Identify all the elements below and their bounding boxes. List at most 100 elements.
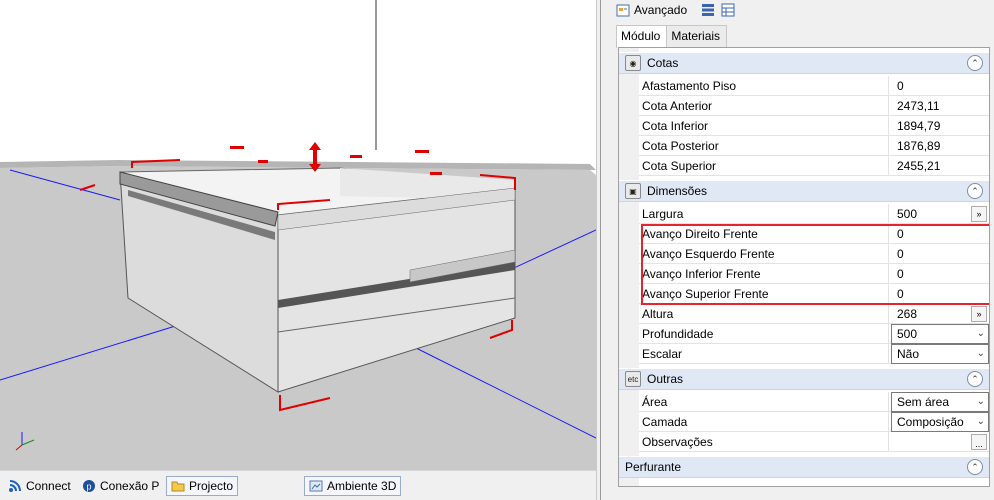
row-cota-anterior[interactable]: Cota Anterior 2473,11	[639, 96, 989, 116]
projecto-tab[interactable]: Projecto	[166, 476, 239, 496]
projecto-label: Projecto	[189, 479, 234, 493]
ambiente-3d-tab[interactable]: Ambiente 3D	[304, 476, 402, 496]
property-name: Cota Superior	[639, 156, 889, 176]
collapse-perfurante-icon[interactable]: ⌃	[967, 459, 983, 475]
property-value[interactable]: 0	[891, 264, 989, 284]
panel-tabs: Módulo Materiais	[616, 25, 728, 48]
properties-icon	[616, 3, 630, 17]
collapse-outras-icon[interactable]: ⌃	[967, 371, 983, 387]
ambiente-3d-label: Ambiente 3D	[327, 479, 397, 493]
3d-scene[interactable]	[0, 0, 596, 470]
chevron-down-icon: ⌄	[976, 396, 985, 407]
dimensoes-icon: ▣	[625, 183, 641, 199]
property-value[interactable]: 0	[891, 244, 989, 264]
row-partial	[639, 480, 989, 486]
collapse-cotas-icon[interactable]: ⌃	[967, 55, 983, 71]
row-avanco-inferior-frente[interactable]: Avanço Inferior Frente 0	[639, 264, 989, 284]
connect-tab[interactable]: Connect	[4, 476, 75, 496]
connect-label: Connect	[26, 479, 71, 493]
area-dropdown[interactable]: Sem área ⌄	[891, 392, 989, 412]
property-name: Área	[639, 392, 889, 412]
category-outras[interactable]: etc Outras ⌃	[619, 368, 989, 390]
category-perfurante[interactable]: Perfurante ⌃	[619, 456, 989, 478]
profundidade-dropdown[interactable]: 500 ⌄	[891, 324, 989, 344]
tab-materiais[interactable]: Materiais	[666, 25, 728, 47]
row-avanco-direito-frente[interactable]: Avanço Direito Frente 0	[639, 224, 989, 244]
chevron-down-icon: ⌄	[976, 348, 985, 359]
property-value[interactable]: 1894,79	[891, 116, 989, 136]
conexao-icon: p	[82, 479, 96, 493]
property-name: Observações	[639, 432, 889, 452]
property-name: Cota Posterior	[639, 136, 889, 156]
row-avanco-esquerdo-frente[interactable]: Avanço Esquerdo Frente 0	[639, 244, 989, 264]
categorized-view-icon[interactable]	[701, 3, 715, 17]
collapse-dimensoes-icon[interactable]: ⌃	[967, 183, 983, 199]
tab-modulo[interactable]: Módulo	[616, 25, 668, 48]
expand-largura-button[interactable]: »	[971, 206, 987, 222]
property-name: Altura	[639, 304, 889, 324]
row-afastamento-piso[interactable]: Afastamento Piso 0	[639, 76, 989, 96]
property-name: Largura	[639, 204, 889, 224]
dropdown-value: Composição	[897, 415, 964, 429]
property-value[interactable]: 0	[891, 284, 989, 304]
row-cota-inferior[interactable]: Cota Inferior 1894,79	[639, 116, 989, 136]
dropdown-value: Sem área	[897, 395, 950, 409]
row-avanco-superior-frente[interactable]: Avanço Superior Frente 0	[639, 284, 989, 304]
category-outras-label: Outras	[647, 372, 684, 386]
panel-header: Avançado	[612, 0, 994, 20]
row-cota-superior[interactable]: Cota Superior 2455,21	[639, 156, 989, 176]
property-value[interactable]: 0	[891, 224, 989, 244]
app-window: Connect p Conexão P Projecto Ambiente 3D	[0, 0, 994, 500]
property-name: Cota Anterior	[639, 96, 889, 116]
chevron-down-icon: ⌄	[976, 416, 985, 427]
camada-dropdown[interactable]: Composição ⌄	[891, 412, 989, 432]
property-value[interactable]: 1876,89	[891, 136, 989, 156]
property-name: Avanço Direito Frente	[639, 224, 889, 244]
conexao-tab[interactable]: p Conexão P	[78, 476, 163, 496]
row-cota-posterior[interactable]: Cota Posterior 1876,89	[639, 136, 989, 156]
rss-icon	[8, 479, 22, 493]
escalar-dropdown[interactable]: Não ⌄	[891, 344, 989, 364]
property-name: Afastamento Piso	[639, 76, 889, 96]
outras-icon: etc	[625, 371, 641, 387]
property-name: Profundidade	[639, 324, 889, 344]
property-grid: ◉ Cotas ⌃ Afastamento Piso 0 Cota Anteri…	[618, 47, 990, 487]
row-area[interactable]: Área Sem área ⌄	[639, 392, 989, 412]
row-escalar[interactable]: Escalar Não ⌄	[639, 344, 989, 364]
property-value[interactable]: 2455,21	[891, 156, 989, 176]
category-dimensoes-label: Dimensões	[647, 184, 708, 198]
row-largura[interactable]: Largura 500 »	[639, 204, 989, 224]
property-name: Escalar	[639, 344, 889, 364]
folder-icon	[171, 479, 185, 493]
3d-viewport[interactable]	[0, 0, 596, 470]
category-perfurante-label: Perfurante	[625, 460, 682, 474]
panel-title: Avançado	[634, 3, 688, 17]
properties-panel: Avançado Módulo Materiais ◉ Cotas ⌃ Afas…	[612, 0, 994, 500]
row-profundidade[interactable]: Profundidade 500 ⌄	[639, 324, 989, 344]
category-dimensoes[interactable]: ▣ Dimensões ⌃	[619, 180, 989, 202]
table-view-icon[interactable]	[721, 3, 735, 17]
bottom-tab-bar: Connect p Conexão P Projecto Ambiente 3D	[0, 470, 600, 500]
property-name: Cota Inferior	[639, 116, 889, 136]
category-cotas-label: Cotas	[647, 56, 679, 70]
chevron-down-icon: ⌄	[976, 328, 985, 339]
property-name: Camada	[639, 412, 889, 432]
dropdown-value: 500	[897, 327, 918, 341]
expand-altura-button[interactable]: »	[971, 306, 987, 322]
observacoes-ellipsis-button[interactable]: ...	[971, 434, 987, 450]
cotas-icon: ◉	[625, 55, 641, 71]
property-name: Avanço Superior Frente	[639, 284, 889, 304]
row-altura[interactable]: Altura 268 »	[639, 304, 989, 324]
property-value[interactable]: 2473,11	[891, 96, 989, 116]
horizontal-scrollbar[interactable]	[618, 487, 990, 495]
panel-splitter[interactable]	[596, 0, 612, 500]
dropdown-value: Não	[897, 347, 920, 361]
3d-view-icon	[309, 479, 323, 493]
svg-text:p: p	[86, 482, 91, 492]
property-name: Avanço Inferior Frente	[639, 264, 889, 284]
row-camada[interactable]: Camada Composição ⌄	[639, 412, 989, 432]
category-cotas[interactable]: ◉ Cotas ⌃	[619, 52, 989, 74]
property-value[interactable]: 0	[891, 76, 989, 96]
row-observacoes[interactable]: Observações ...	[639, 432, 989, 452]
conexao-label: Conexão P	[100, 479, 160, 493]
